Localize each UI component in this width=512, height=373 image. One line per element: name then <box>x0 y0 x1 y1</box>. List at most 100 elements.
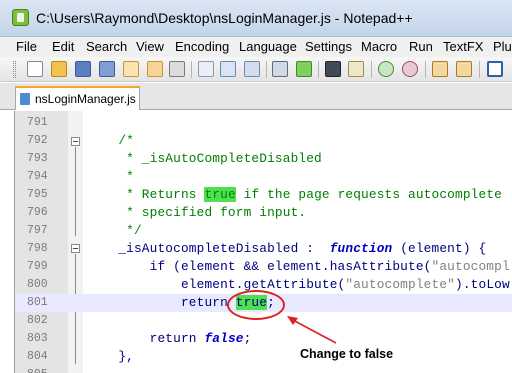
toolbar-separator <box>371 61 372 78</box>
code-segment: element.getAttribute( <box>87 277 346 292</box>
line-number: 804 <box>27 350 48 363</box>
code-line[interactable]: 791 <box>15 114 512 132</box>
copy-icon[interactable] <box>220 61 236 77</box>
code-segment: * Returns <box>87 187 205 202</box>
code-text: */ <box>87 223 142 238</box>
line-number: 793 <box>27 152 48 165</box>
code-segment: if the page requests autocomplete <box>235 187 502 202</box>
line-number: 795 <box>27 188 48 201</box>
cut-icon[interactable] <box>198 61 214 77</box>
code-text: if (element && element.hasAttribute("aut… <box>87 259 510 274</box>
close-all-icon[interactable] <box>147 61 163 77</box>
code-line[interactable]: 794 * <box>15 168 512 186</box>
save-all-icon[interactable] <box>99 61 115 77</box>
sync-horizontal-icon[interactable] <box>456 61 472 77</box>
code-segment: ).toLow <box>455 277 510 292</box>
word-wrap-icon[interactable] <box>487 61 503 77</box>
code-line[interactable]: 796 * specified form input. <box>15 204 512 222</box>
code-text: }, <box>87 349 134 364</box>
code-string: "autocomplete" <box>345 277 455 292</box>
menu-bar: File Edit Search View Encoding Language … <box>0 37 512 57</box>
code-segment: ; <box>243 331 252 346</box>
line-number: 797 <box>27 224 48 237</box>
sync-vertical-icon[interactable] <box>432 61 448 77</box>
line-number: 796 <box>27 206 48 219</box>
code-text: * <box>87 169 134 184</box>
window-title: C:\Users\Raymond\Desktop\nsLoginManager.… <box>36 10 413 26</box>
notepadpp-app-icon <box>12 9 29 26</box>
menu-encoding[interactable]: Encoding <box>175 39 229 54</box>
menu-macro[interactable]: Macro <box>361 39 397 54</box>
open-file-icon[interactable] <box>51 61 67 77</box>
menu-settings[interactable]: Settings <box>305 39 352 54</box>
toolbar-separator <box>318 61 319 78</box>
code-line[interactable]: 805 <box>15 366 512 373</box>
code-segment: return <box>87 331 205 346</box>
tab-label: nsLoginManager.js <box>35 92 136 106</box>
code-line[interactable]: 803 return false; <box>15 330 512 348</box>
code-text: * _isAutoCompleteDisabled <box>87 151 322 166</box>
close-icon[interactable] <box>123 61 139 77</box>
code-segment: if (element && element.hasAttribute( <box>87 259 432 274</box>
toolbar-grip[interactable] <box>13 61 16 78</box>
annotation-ellipse <box>227 290 285 320</box>
line-number: 801 <box>27 296 48 309</box>
code-keyword: function <box>329 241 393 256</box>
zoom-in-icon[interactable] <box>378 61 394 77</box>
menu-edit[interactable]: Edit <box>52 39 74 54</box>
code-line[interactable]: 798 _isAutocompleteDisabled : function (… <box>15 240 512 258</box>
code-text: return false; <box>87 331 252 346</box>
redo-icon[interactable] <box>296 61 312 77</box>
document-tab-strip: nsLoginManager.js <box>0 83 512 110</box>
code-segment: _isAutocompleteDisabled : <box>87 241 330 256</box>
toolbar-separator <box>266 61 267 78</box>
line-number: 802 <box>27 314 48 327</box>
toolbar-separator <box>425 61 426 78</box>
code-text: * Returns true if the page requests auto… <box>87 187 502 202</box>
line-number: 791 <box>27 116 48 129</box>
paste-icon[interactable] <box>244 61 260 77</box>
line-number: 798 <box>27 242 48 255</box>
line-number: 794 <box>27 170 48 183</box>
title-bar: C:\Users\Raymond\Desktop\nsLoginManager.… <box>0 0 512 37</box>
line-number: 803 <box>27 332 48 345</box>
code-text: * specified form input. <box>87 205 307 220</box>
js-file-icon <box>20 93 30 105</box>
code-segment: (element) { <box>392 241 487 256</box>
code-line[interactable]: 793 * _isAutoCompleteDisabled <box>15 150 512 168</box>
toolbar <box>0 57 512 82</box>
line-number: 805 <box>27 368 48 373</box>
code-editor[interactable]: 791 792 /* 793 * _isAutoCompleteDisabled… <box>14 111 512 373</box>
replace-icon[interactable] <box>348 61 364 77</box>
menu-textfx[interactable]: TextFX <box>443 39 483 54</box>
toolbar-separator <box>191 61 192 78</box>
menu-language[interactable]: Language <box>239 39 297 54</box>
menu-search[interactable]: Search <box>86 39 127 54</box>
tab-nsloginmanager[interactable]: nsLoginManager.js <box>15 86 140 110</box>
find-icon[interactable] <box>325 61 341 77</box>
zoom-out-icon[interactable] <box>402 61 418 77</box>
toolbar-separator <box>479 61 480 78</box>
menu-file[interactable]: File <box>16 39 37 54</box>
code-line[interactable]: 799 if (element && element.hasAttribute(… <box>15 258 512 276</box>
code-line[interactable]: 795 * Returns true if the page requests … <box>15 186 512 204</box>
menu-run[interactable]: Run <box>409 39 433 54</box>
save-icon[interactable] <box>75 61 91 77</box>
code-text: element.getAttribute("autocomplete").toL… <box>87 277 510 292</box>
line-number: 792 <box>27 134 48 147</box>
new-file-icon[interactable] <box>27 61 43 77</box>
print-icon[interactable] <box>169 61 185 77</box>
code-segment: return <box>87 295 236 310</box>
annotation-label: Change to false <box>300 347 394 361</box>
code-text: _isAutocompleteDisabled : function (elem… <box>87 241 486 256</box>
menu-view[interactable]: View <box>136 39 164 54</box>
line-number: 799 <box>27 260 48 273</box>
undo-icon[interactable] <box>272 61 288 77</box>
code-text: /* <box>87 133 134 148</box>
menu-plugins[interactable]: Plug <box>493 39 512 54</box>
search-highlight: true <box>204 187 236 202</box>
code-line[interactable]: 804 }, <box>15 348 512 366</box>
code-line[interactable]: 797 */ <box>15 222 512 240</box>
code-line[interactable]: 792 /* <box>15 132 512 150</box>
line-number: 800 <box>27 278 48 291</box>
